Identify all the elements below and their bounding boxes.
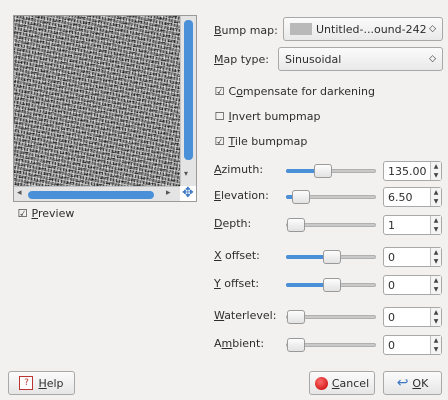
ok-button[interactable]: ↩ OK [383,371,442,395]
checkbox-mark[interactable]: ☑ [214,136,225,147]
preview-image [14,16,180,186]
preview-label: Preview [31,207,75,220]
spin-down-icon[interactable]: ▼ [431,345,441,354]
help-label: Help [38,376,64,390]
spin-up-icon[interactable]: ▲ [431,308,441,317]
bump-map-thumbnail [290,23,312,35]
preview-checkbox-mark[interactable]: ☑ [17,208,28,219]
preview-checkbox[interactable]: ☑ Preview [17,207,75,220]
x-offset-spinbox[interactable]: 0 ▲ ▼ [383,247,442,267]
navigate-icon[interactable]: ✥ [182,186,194,200]
bump-map-value: Untitled-...ound-242 [316,22,427,36]
bump-map-label: Bump map: [214,24,278,37]
depth-slider-handle[interactable] [287,218,305,232]
invert-bumpmap-checkbox[interactable]: ☐ Invert bumpmap [214,110,321,123]
spin-down-icon[interactable]: ▼ [431,257,441,266]
azimuth-slider-handle[interactable] [314,164,332,178]
elevation-value[interactable]: 6.50 [384,191,430,204]
spin-buttons[interactable]: ▲ ▼ [430,248,441,266]
spin-up-icon[interactable]: ▲ [431,188,441,197]
depth-value[interactable]: 1 [384,219,430,232]
option-label: Compensate for darkening [228,85,376,98]
ambient-spinbox[interactable]: 0 ▲ ▼ [383,335,442,355]
depth-slider[interactable] [286,218,376,232]
checkbox-mark[interactable]: ☐ [214,111,225,122]
option-label: Invert bumpmap [228,110,321,123]
map-type-value: Sinusoidal [285,52,342,66]
y-offset-spinbox[interactable]: 0 ▲ ▼ [383,275,442,295]
preview-vertical-scrollbar[interactable]: ▾ [180,16,196,186]
waterlevel-slider[interactable] [286,310,376,324]
combo-arrow-icon: ◇ [429,24,436,34]
cancel-button[interactable]: Cancel [309,371,375,395]
preview-frame: ▾ ◂ ▸ ✥ [13,15,197,202]
spin-buttons[interactable]: ▲ ▼ [430,276,441,294]
bump-map-combo[interactable]: Untitled-...ound-242 ◇ [283,17,443,41]
x-offset-label: X offset: [214,249,260,262]
spin-down-icon[interactable]: ▼ [431,225,441,234]
x-offset-slider-handle[interactable] [323,250,341,264]
spin-up-icon[interactable]: ▲ [431,276,441,285]
spin-up-icon[interactable]: ▲ [431,162,441,171]
azimuth-slider[interactable] [286,164,376,178]
compensate-darkening-checkbox[interactable]: ☑ Compensate for darkening [214,85,375,98]
scroll-right-arrow-icon[interactable]: ▸ [166,188,171,198]
y-offset-label: Y offset: [214,277,260,290]
spin-down-icon[interactable]: ▼ [431,197,441,206]
spin-buttons[interactable]: ▲ ▼ [430,162,441,180]
cancel-label: Cancel [331,376,370,390]
waterlevel-label: Waterlevel: [214,309,277,322]
waterlevel-slider-handle[interactable] [287,310,305,324]
spin-down-icon[interactable]: ▼ [431,285,441,294]
option-label: Tile bumpmap [228,135,308,148]
depth-label: Depth: [214,217,252,230]
ok-icon: ↩ [396,375,409,391]
help-icon: ? [19,376,34,390]
map-type-combo[interactable]: Sinusoidal ◇ [278,47,443,71]
ambient-label: Ambient: [214,337,265,350]
help-button[interactable]: ? Help [8,371,75,395]
preview-horizontal-scrollbar[interactable]: ◂ ▸ [14,186,180,201]
waterlevel-spinbox[interactable]: 0 ▲ ▼ [383,307,442,327]
elevation-spinbox[interactable]: 6.50 ▲ ▼ [383,187,442,207]
azimuth-label: Azimuth: [214,163,264,176]
spin-down-icon[interactable]: ▼ [431,171,441,180]
combo-arrow-icon: ◇ [429,54,436,64]
vertical-scroll-thumb[interactable] [184,20,193,160]
elevation-slider-handle[interactable] [292,190,310,204]
spin-up-icon[interactable]: ▲ [431,336,441,345]
tile-bumpmap-checkbox[interactable]: ☑ Tile bumpmap [214,135,308,148]
map-type-label: Map type: [214,53,269,66]
spin-buttons[interactable]: ▲ ▼ [430,336,441,354]
spin-down-icon[interactable]: ▼ [431,317,441,326]
azimuth-value[interactable]: 135.00 [384,165,430,178]
ok-label: OK [412,376,429,390]
x-offset-value[interactable]: 0 [384,251,430,264]
elevation-slider[interactable] [286,190,376,204]
spin-up-icon[interactable]: ▲ [431,216,441,225]
horizontal-scroll-thumb[interactable] [28,191,154,199]
y-offset-slider[interactable] [286,278,376,292]
y-offset-value[interactable]: 0 [384,279,430,292]
depth-spinbox[interactable]: 1 ▲ ▼ [383,215,442,235]
spin-buttons[interactable]: ▲ ▼ [430,308,441,326]
spin-buttons[interactable]: ▲ ▼ [430,216,441,234]
scroll-down-arrow-icon[interactable]: ▾ [184,169,188,178]
elevation-label: Elevation: [214,189,269,202]
x-offset-slider[interactable] [286,250,376,264]
waterlevel-value[interactable]: 0 [384,311,430,324]
cancel-icon [314,376,328,390]
ambient-slider-handle[interactable] [287,338,305,352]
checkbox-mark[interactable]: ☑ [214,86,225,97]
azimuth-spinbox[interactable]: 135.00 ▲ ▼ [383,161,442,181]
spin-up-icon[interactable]: ▲ [431,248,441,257]
spin-buttons[interactable]: ▲ ▼ [430,188,441,206]
y-offset-slider-handle[interactable] [323,278,341,292]
ambient-slider[interactable] [286,338,376,352]
scroll-left-arrow-icon[interactable]: ◂ [17,188,22,198]
ambient-value[interactable]: 0 [384,339,430,352]
